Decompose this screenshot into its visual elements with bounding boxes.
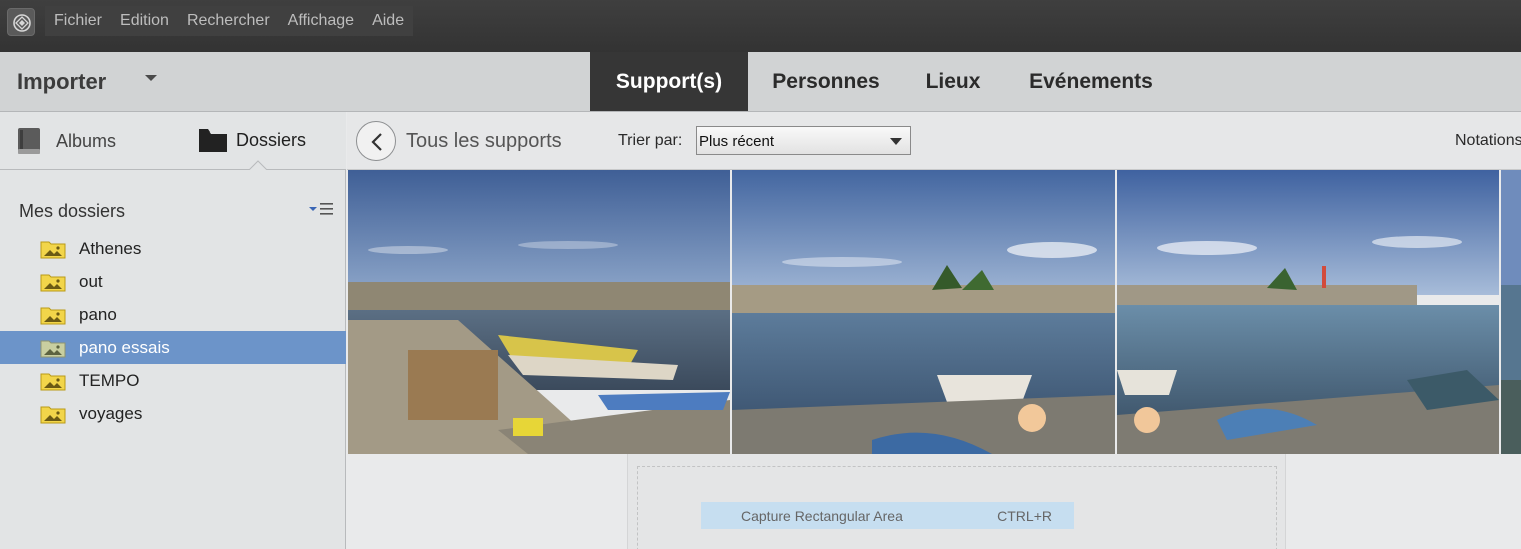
folder-name: TEMPO: [79, 370, 140, 390]
list-options-icon[interactable]: [308, 202, 334, 218]
folder-item-pano-essais[interactable]: pano essais: [0, 331, 346, 364]
folder-name: voyages: [79, 403, 143, 423]
folders-tab[interactable]: Dossiers: [198, 127, 306, 153]
sort-value: Plus récent: [699, 133, 775, 150]
image-folder-icon: [40, 274, 66, 291]
photo-thumbnail-4[interactable]: [1501, 170, 1521, 454]
menu-strip: Fichier Edition Rechercher Affichage Aid…: [45, 6, 413, 36]
active-tab-pointer-icon: [249, 160, 267, 170]
menu-help[interactable]: Aide: [363, 12, 413, 30]
image-folder-icon: [40, 340, 66, 357]
capture-item-shortcut: CTRL+R: [997, 507, 1052, 524]
folder-icon: [199, 129, 227, 152]
image-folder-icon: [40, 406, 66, 423]
tab-places[interactable]: Lieux: [912, 52, 994, 111]
folder-item-pano[interactable]: pano: [0, 298, 346, 331]
albums-tab[interactable]: Albums: [16, 127, 116, 155]
sort-label: Trier par:: [618, 132, 683, 149]
menu-bar: Fichier Edition Rechercher Affichage Aid…: [0, 0, 1521, 52]
image-folder-icon: [40, 373, 66, 390]
back-button[interactable]: [356, 121, 396, 161]
folders-label: Dossiers: [236, 129, 307, 150]
tab-media[interactable]: Support(s): [590, 52, 748, 111]
media-toolbar: Tous les supports Trier par: Plus récent…: [347, 112, 1521, 170]
capture-rectangular-area-item[interactable]: Capture Rectangular Area CTRL+R: [701, 502, 1074, 529]
folder-name: Athenes: [79, 238, 142, 258]
photo-thumbnail-3[interactable]: [1117, 170, 1499, 454]
album-book-icon: [18, 128, 40, 154]
mode-header: Importer Support(s) Personnes Lieux Evén…: [0, 52, 1521, 112]
import-button[interactable]: Importer: [17, 69, 106, 95]
capture-item-label: Capture Rectangular Area: [741, 507, 903, 524]
menu-view[interactable]: Affichage: [279, 12, 363, 30]
import-dropdown-caret-icon[interactable]: [145, 75, 157, 81]
folder-item-voyages[interactable]: voyages: [0, 397, 346, 430]
folder-name: out: [79, 271, 103, 291]
chevron-left-icon: [371, 133, 382, 151]
folder-item-tempo[interactable]: TEMPO: [0, 364, 346, 397]
folder-name: pano essais: [79, 337, 170, 357]
image-folder-icon: [40, 241, 66, 258]
folder-item-out[interactable]: out: [0, 265, 346, 298]
sort-dropdown[interactable]: Plus récent: [696, 126, 911, 155]
photo-thumbnail-1[interactable]: [348, 170, 730, 454]
media-browser: Tous les supports Trier par: Plus récent…: [347, 112, 1521, 549]
folder-item-athenes[interactable]: Athenes: [0, 232, 346, 265]
menu-file[interactable]: Fichier: [45, 12, 111, 30]
folder-name: pano: [79, 304, 117, 324]
ratings-filter[interactable]: Notations: [1455, 132, 1521, 150]
photo-thumbnail-2[interactable]: [732, 170, 1115, 454]
left-panel: Albums Dossiers Mes dossiers Athenes out…: [0, 112, 346, 549]
folder-list: Athenes out pano pano essais TEMPO voyag…: [0, 232, 346, 430]
all-media-label: Tous les supports: [406, 130, 562, 152]
albums-label: Albums: [56, 130, 117, 151]
menu-edit[interactable]: Edition: [111, 12, 178, 30]
dropdown-arrow-icon: [890, 138, 902, 145]
capture-menu-panel: Capture Rectangular Area CTRL+R: [627, 454, 1286, 549]
app-logo-icon[interactable]: [7, 8, 35, 36]
menu-search[interactable]: Rechercher: [178, 12, 279, 30]
image-folder-icon: [40, 307, 66, 324]
albums-folders-switcher: Albums Dossiers: [0, 112, 346, 170]
tab-events[interactable]: Evénements: [1012, 52, 1170, 111]
tab-people[interactable]: Personnes: [756, 52, 896, 111]
my-folders-title: Mes dossiers: [19, 201, 126, 221]
